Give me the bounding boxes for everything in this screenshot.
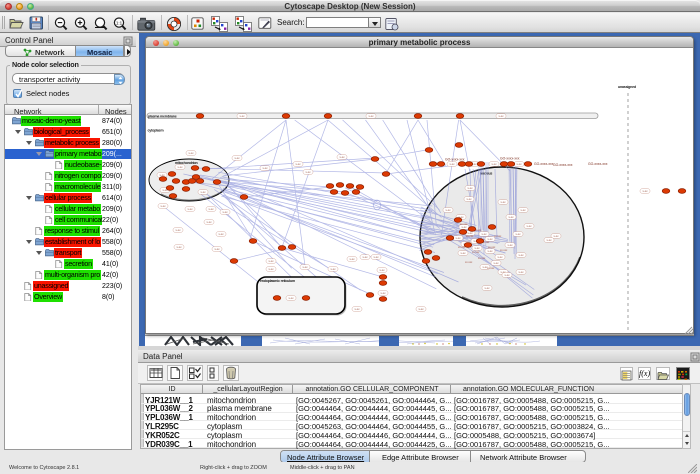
- svg-text:x-xx: x-xx: [354, 307, 360, 311]
- svg-text:x-xx: x-xx: [188, 151, 194, 155]
- svg-text:x-xx: x-xx: [493, 261, 499, 265]
- svg-text:x-xx: x-xx: [362, 255, 368, 259]
- svg-text:x-xx: x-xx: [262, 166, 268, 170]
- svg-text:x-xx: x-xx: [268, 267, 274, 271]
- svg-text:x-xx: x-xx: [500, 200, 506, 204]
- svg-text:x-xx: x-xx: [187, 207, 193, 211]
- svg-text:x-xx: x-xx: [642, 189, 648, 193]
- svg-text:x-xx: x-xx: [491, 162, 497, 166]
- svg-text:GO-xxxx-xxx: GO-xxxx-xxx: [445, 158, 465, 162]
- svg-text:xx-xxx: xx-xxx: [487, 267, 495, 270]
- svg-text:x-xx: x-xx: [518, 253, 524, 257]
- svg-text:x-xx: x-xx: [302, 265, 308, 269]
- svg-text:xx-xxx: xx-xxx: [460, 223, 468, 226]
- svg-text:x-xx: x-xx: [206, 220, 212, 224]
- svg-text:x-xx: x-xx: [546, 238, 552, 242]
- svg-text:x-xx: x-xx: [445, 208, 451, 212]
- svg-text:x-xx: x-xx: [497, 255, 503, 259]
- svg-text:x-xx: x-xx: [487, 249, 493, 253]
- svg-text:x-xx: x-xx: [379, 268, 385, 272]
- svg-text:xx-xxx: xx-xxx: [494, 235, 502, 238]
- svg-text:x-xx: x-xx: [553, 234, 559, 238]
- svg-text:x-xx: x-xx: [330, 267, 336, 271]
- svg-text:x-xx: x-xx: [218, 232, 224, 236]
- svg-text:plasma membrane: plasma membrane: [148, 115, 177, 119]
- svg-text:x-xx: x-xx: [507, 243, 513, 247]
- svg-text:x-xx: x-xx: [484, 286, 490, 290]
- svg-text:xx-xxx: xx-xxx: [465, 261, 473, 264]
- svg-text:x-xx: x-xx: [234, 156, 240, 160]
- svg-text:x-xx: x-xx: [160, 204, 166, 208]
- svg-text:x-xx: x-xx: [268, 259, 274, 263]
- svg-text:x-xx: x-xx: [526, 224, 532, 228]
- svg-text:x-xx: x-xx: [474, 246, 480, 250]
- svg-text:xx-xxx: xx-xxx: [466, 235, 474, 238]
- svg-text:1:1: 1:1: [116, 21, 123, 26]
- svg-text:x-xx: x-xx: [481, 232, 487, 236]
- svg-text:xx-xxx: xx-xxx: [472, 251, 480, 254]
- svg-text:x-xx: x-xx: [349, 257, 355, 261]
- svg-text:xx-xxx: xx-xxx: [488, 246, 496, 249]
- svg-text:x-xx: x-xx: [516, 162, 522, 166]
- svg-text:x-xx: x-xx: [368, 114, 374, 118]
- svg-text:x-xx: x-xx: [373, 255, 379, 259]
- svg-text:x-xx: x-xx: [455, 236, 461, 240]
- svg-text:x-xx: x-xx: [295, 162, 301, 166]
- svg-text:x-xx: x-xx: [520, 208, 526, 212]
- svg-text:x-xx: x-xx: [176, 245, 182, 249]
- svg-text:x-xx: x-xx: [449, 162, 455, 166]
- svg-text:cytoplasm: cytoplasm: [148, 129, 164, 133]
- svg-text:x-xx: x-xx: [288, 296, 294, 300]
- svg-text:x-xx: x-xx: [214, 247, 220, 251]
- svg-text:x-xx: x-xx: [339, 155, 345, 159]
- svg-text:x-xx: x-xx: [515, 232, 521, 236]
- svg-text:x-xx: x-xx: [200, 190, 206, 194]
- svg-text:GO-xxxx-xxx: GO-xxxx-xxx: [500, 157, 520, 161]
- svg-text:xx-xxx: xx-xxx: [478, 257, 486, 260]
- svg-text:x-xx: x-xx: [380, 291, 386, 295]
- svg-text:x-xx: x-xx: [498, 114, 504, 118]
- svg-text:x-xx: x-xx: [222, 210, 228, 214]
- svg-text:xx-xxx: xx-xxx: [500, 249, 508, 252]
- svg-text:x-xx: x-xx: [305, 170, 311, 174]
- svg-text:GO-xxxx-xxx: GO-xxxx-xxx: [588, 162, 608, 166]
- svg-text:unassigned: unassigned: [618, 85, 636, 89]
- svg-text:x-xx: x-xx: [208, 207, 214, 211]
- svg-text:x-xx: x-xx: [504, 273, 510, 277]
- svg-text:x-xx: x-xx: [518, 270, 524, 274]
- svg-text:x-xx: x-xx: [460, 251, 466, 255]
- svg-text:x-xx: x-xx: [239, 114, 245, 118]
- svg-text:x-xx: x-xx: [467, 186, 473, 190]
- svg-text:x-xx: x-xx: [508, 215, 514, 219]
- svg-text:x-xx: x-xx: [418, 307, 424, 311]
- svg-text:GO-xxxx-xxx: GO-xxxx-xxx: [534, 162, 554, 166]
- svg-text:x-xx: x-xx: [175, 228, 181, 232]
- svg-text:endoplasmic reticulum: endoplasmic reticulum: [260, 279, 295, 283]
- svg-text:x-xx: x-xx: [177, 165, 183, 169]
- svg-text:GO-xxxx-xxx: GO-xxxx-xxx: [553, 163, 573, 167]
- svg-text:x-xx: x-xx: [466, 197, 472, 201]
